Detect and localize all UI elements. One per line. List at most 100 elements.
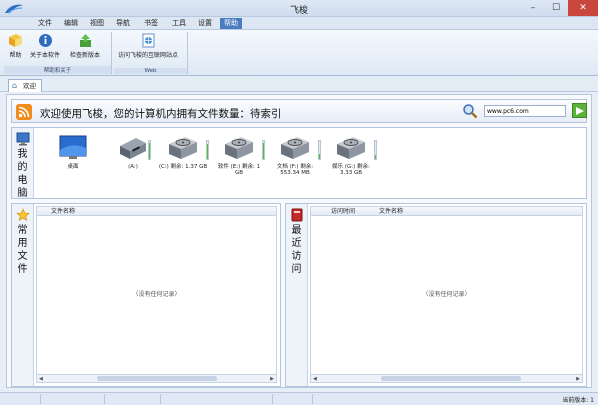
help-button[interactable]: 帮助 [8,33,23,59]
ribbon-group-web-label: Web [114,68,187,74]
drive-desktop[interactable]: 桌面 [48,134,98,170]
info-icon [38,34,52,47]
ribbon-group-help: 帮助 关于本软件 检查新版本 帮助和关于 [4,32,112,74]
scrollbar-thumb[interactable] [381,376,521,381]
help-book-icon [9,34,22,47]
empty-message: 〈没有任何记录〉 [422,291,471,298]
minimize-button[interactable]: – [522,0,544,16]
maximize-button[interactable]: ☐ [545,0,567,16]
hard-disk-icon [281,137,309,159]
frequent-files-title: 常 用 文 件 [17,225,28,275]
status-divider [272,394,273,404]
menu-edit[interactable]: 编辑 [60,18,82,29]
red-book-icon [291,208,302,222]
hard-disk-icon [225,137,253,159]
menu-file[interactable]: 文件 [34,18,56,29]
menu-view[interactable]: 视图 [86,18,108,29]
computer-icon [16,132,29,146]
document-tabstrip: ⌂ 欢迎 [0,76,598,92]
check-update-button-label: 检查新版本 [70,52,101,59]
horizontal-scrollbar[interactable]: ◀ ▶ [311,374,582,382]
usage-bar [206,140,209,160]
scroll-left-icon[interactable]: ◀ [39,375,43,383]
home-icon: ⌂ [12,81,18,90]
ribbon-group-web: 访问飞梭的互联网站点 Web [114,32,188,74]
window-title: 飞梭 [289,6,308,16]
column-access-time[interactable]: 访问时间 [331,208,355,215]
my-computer-header: 我 的 电 脑 [12,128,34,199]
recent-access-list[interactable]: 访问时间 文件名称 〈没有任何记录〉 ◀ ▶ [310,206,583,383]
ribbon: 帮助 关于本软件 检查新版本 帮助和关于 访问飞梭的互联网站点 Web [0,30,598,76]
ribbon-group-help-label: 帮助和关于 [4,66,111,74]
title-bar: 飞梭 – ☐ ✕ [0,0,598,17]
web-page-icon [142,33,154,48]
scroll-right-icon[interactable]: ▶ [576,375,580,383]
horizontal-scrollbar[interactable]: ◀ ▶ [37,374,276,382]
visit-website-button[interactable]: 访问飞梭的互联网站点 [118,33,178,59]
my-computer-panel: 我 的 电 脑 桌面 (A:) (C:) 剩余: 1.37 GB 软件 (E:)… [11,127,587,199]
url-input[interactable] [484,105,566,117]
help-button-label: 帮助 [9,52,22,59]
update-icon [79,34,91,47]
menu-bookmarks[interactable]: 书签 [140,18,162,29]
frequent-files-panel: 常 用 文 件 文件名称 〈没有任何记录〉 ◀ ▶ [11,203,281,387]
drive-label: 娱乐 (G:) 剩余: 3.33 GB [332,164,370,176]
drive-f[interactable]: 文档 (F:) 剩余: 553.34 MB [270,134,320,176]
desktop-icon [59,135,87,159]
hard-disk-icon [337,137,365,159]
recent-access-title: 最 近 访 问 [291,225,302,275]
welcome-page: 欢迎使用飞梭，您的计算机内拥有文件数量：待索引 我 的 电 脑 桌面 (A:) … [6,94,592,388]
scrollbar-thumb[interactable] [97,376,217,381]
drive-label: (C:) 剩余: 1.37 GB [158,164,208,170]
usage-bar [318,140,321,160]
status-divider [104,394,105,404]
frequent-files-header: 常 用 文 件 [12,204,34,386]
welcome-banner: 欢迎使用飞梭，您的计算机内拥有文件数量：待索引 [11,99,587,123]
scroll-left-icon[interactable]: ◀ [313,375,317,383]
about-button-label: 关于本软件 [30,52,61,59]
status-divider [40,394,41,404]
tab-welcome-label: 欢迎 [23,82,36,90]
menu-help[interactable]: 帮助 [220,18,242,29]
scroll-right-icon[interactable]: ▶ [270,375,274,383]
list-column-header: 访问时间 文件名称 [311,207,582,216]
menu-bar: 文件 编辑 视图 导航 书签 工具 设置 帮助 [0,17,598,30]
column-file-name[interactable]: 文件名称 [51,208,75,215]
list-column-header: 文件名称 [37,207,276,216]
close-button[interactable]: ✕ [568,0,598,16]
menu-settings[interactable]: 设置 [194,18,216,29]
usage-bar [374,140,377,160]
menu-tools[interactable]: 工具 [168,18,190,29]
search-icon[interactable] [462,103,478,119]
go-button[interactable] [572,103,587,118]
status-bar: 当前版本: 1 [0,392,598,405]
drive-label: 文档 (F:) 剩余: 553.34 MB [276,164,314,176]
drive-e[interactable]: 软件 (E:) 剩余: 1 GB [214,134,264,176]
tab-welcome[interactable]: ⌂ 欢迎 [8,79,42,92]
star-icon [15,208,30,222]
usage-bar [148,140,151,160]
frequent-files-list[interactable]: 文件名称 〈没有任何记录〉 ◀ ▶ [36,206,277,383]
hard-disk-icon [169,137,197,159]
drive-c[interactable]: (C:) 剩余: 1.37 GB [158,134,208,170]
drive-g[interactable]: 娱乐 (G:) 剩余: 3.33 GB [326,134,376,176]
version-status: 当前版本: 1 [562,397,594,404]
recent-access-panel: 最 近 访 问 访问时间 文件名称 〈没有任何记录〉 ◀ ▶ [285,203,587,387]
my-computer-title: 我 的 电 脑 [17,149,28,199]
column-file-name[interactable]: 文件名称 [379,208,403,215]
welcome-message: 欢迎使用飞梭，您的计算机内拥有文件数量：待索引 [40,108,282,120]
menu-navigate[interactable]: 导航 [112,18,134,29]
recent-access-header: 最 近 访 问 [286,204,308,386]
drive-label: 桌面 [67,164,79,170]
status-divider [312,394,313,404]
empty-message: 〈没有任何记录〉 [132,291,181,298]
drive-label: (A:) [128,164,138,170]
rss-icon [16,104,32,120]
status-divider [160,394,161,404]
visit-website-button-label: 访问飞梭的互联网站点 [118,52,179,59]
drive-label: 软件 (E:) 剩余: 1 GB [217,164,261,176]
usage-bar [262,140,265,160]
about-button[interactable]: 关于本软件 [30,33,60,59]
check-update-button[interactable]: 检查新版本 [70,33,100,59]
floppy-drive-icon [120,138,146,159]
